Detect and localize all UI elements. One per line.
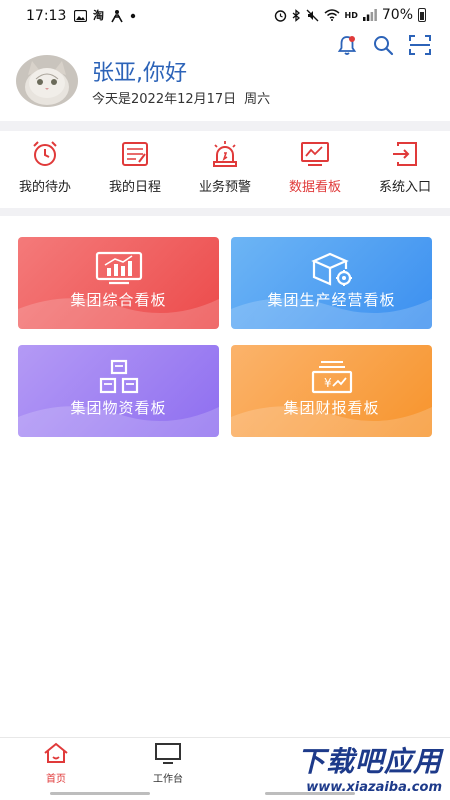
gesture-indicator	[265, 792, 355, 795]
wifi-icon	[324, 9, 340, 21]
box-gear-icon	[310, 252, 352, 286]
section-divider	[0, 208, 450, 216]
card-group-overview[interactable]: 集团综合看板	[18, 237, 219, 329]
avatar[interactable]	[16, 55, 78, 107]
status-bar: 17:13 淘 HD 70%	[0, 0, 450, 32]
dashboard-cards: 集团综合看板 集团生产经营看板 集团物资看板 ¥ 集团财报看板	[18, 237, 432, 437]
image-icon	[74, 10, 87, 22]
weekday-text: 周六	[244, 92, 271, 107]
card-label: 集团综合看板	[70, 291, 167, 309]
notification-button[interactable]	[336, 34, 358, 56]
hd-icon: HD	[344, 10, 358, 20]
signal-icon	[362, 9, 377, 21]
scan-icon	[409, 35, 431, 55]
bluetooth-icon	[292, 8, 300, 22]
watermark-text: 下载吧应用	[296, 745, 442, 778]
tab-label: 首页	[46, 774, 66, 785]
dashboard-chart-icon	[95, 251, 142, 285]
tab-home[interactable]: 首页	[16, 742, 96, 785]
dot-icon	[130, 13, 136, 19]
battery-level: 70%	[381, 7, 413, 23]
scan-button[interactable]	[408, 34, 432, 56]
status-time: 17:13	[26, 8, 67, 24]
quick-nav-label: 我的日程	[108, 180, 161, 195]
card-label: 集团生产经营看板	[267, 291, 396, 309]
chart-board-icon	[301, 142, 329, 166]
tab-workbench[interactable]: 工作台	[128, 742, 208, 785]
section-divider	[0, 121, 450, 131]
monitor-icon	[155, 743, 181, 764]
quick-nav-label: 系统入口	[378, 180, 431, 195]
quick-nav-item-system[interactable]: 系统入口	[360, 140, 450, 195]
quick-nav-item-dashboard[interactable]: 数据看板	[270, 140, 360, 195]
card-materials[interactable]: 集团物资看板	[18, 345, 219, 437]
card-label: 集团财报看板	[283, 399, 380, 417]
greeting-text: 张亚,你好	[92, 61, 187, 86]
quick-nav-label: 业务预警	[198, 180, 251, 195]
app-icon	[111, 10, 123, 23]
siren-icon	[213, 141, 237, 167]
quick-nav-item-schedule[interactable]: 我的日程	[90, 140, 180, 195]
battery-icon	[418, 8, 426, 22]
quick-nav-label: 数据看板	[288, 180, 341, 195]
svg-text:¥: ¥	[324, 376, 332, 390]
watermark: 下载吧应用 www.xiazaiba.com	[266, 740, 446, 800]
mute-icon	[306, 9, 318, 21]
quick-nav-label: 我的待办	[18, 180, 71, 195]
bell-icon	[337, 36, 357, 55]
header-actions	[336, 34, 432, 56]
quick-nav-item-alert[interactable]: 业务预警	[180, 140, 270, 195]
date-text: 今天是2022年12月17日	[92, 92, 237, 107]
card-financial-report[interactable]: ¥ 集团财报看板	[231, 345, 432, 437]
tab-label: 工作台	[153, 774, 183, 785]
taobao-icon: 淘	[93, 9, 104, 22]
money-report-icon: ¥	[311, 361, 352, 394]
enter-icon	[393, 142, 417, 166]
search-button[interactable]	[372, 34, 394, 56]
date-line: 今天是2022年12月17日 周六	[92, 88, 270, 107]
boxes-icon	[99, 359, 138, 394]
quick-nav-item-todo[interactable]: 我的待办	[0, 140, 90, 195]
alarm-icon	[274, 9, 286, 22]
cat-avatar-image	[16, 55, 78, 107]
card-production-operation[interactable]: 集团生产经营看板	[231, 237, 432, 329]
search-icon	[374, 36, 394, 56]
gesture-indicator	[50, 792, 150, 795]
card-label: 集团物资看板	[70, 399, 167, 417]
notepad-icon	[122, 142, 148, 166]
quick-nav: 我的待办 我的日程 业务预警 数据看板 系统入口	[0, 140, 450, 206]
profile-section: 张亚,你好 今天是2022年12月17日 周六	[16, 55, 436, 115]
home-icon	[44, 742, 68, 763]
alarm-clock-icon	[33, 141, 57, 166]
